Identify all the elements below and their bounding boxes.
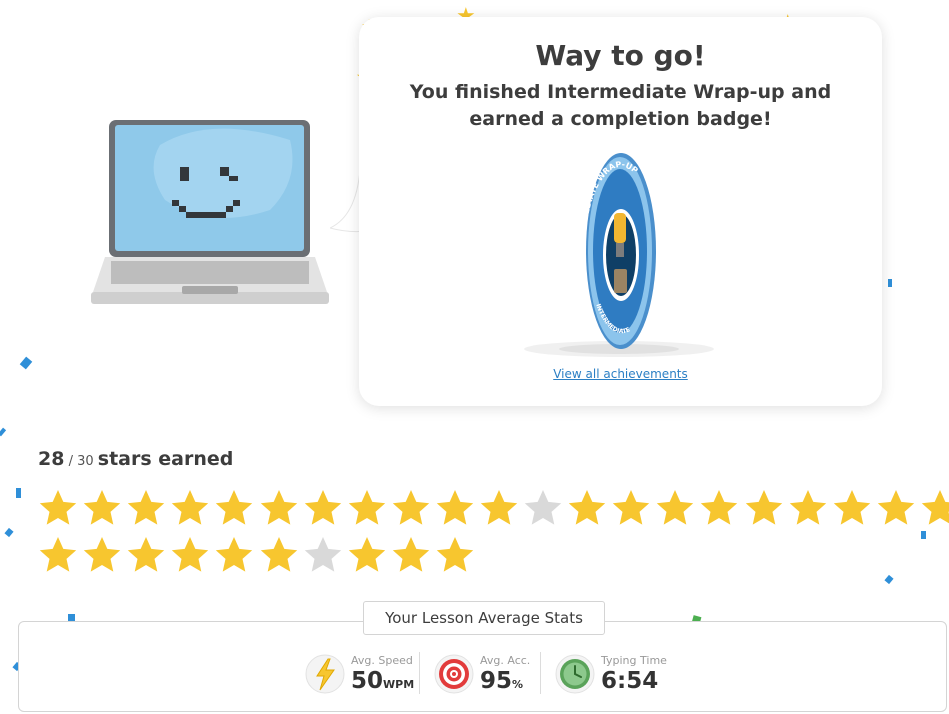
star-filled-icon <box>389 535 433 575</box>
typing-time-stat: Typing Time 6:54 <box>555 650 667 698</box>
avg-accuracy-unit: % <box>512 677 524 691</box>
avg-accuracy-label: Avg. Acc. <box>480 653 531 667</box>
star-filled-icon <box>256 535 300 575</box>
star-filled-icon <box>433 535 477 575</box>
stats-divider <box>540 652 541 694</box>
star-filled-icon <box>80 535 124 575</box>
star-filled-icon <box>80 488 124 528</box>
avg-speed-stat: Avg. Speed 50WPM <box>305 650 414 698</box>
avg-accuracy-stat: Avg. Acc. 95% <box>434 650 530 698</box>
stars-row-2 <box>36 535 477 575</box>
avg-speed-label: Avg. Speed <box>351 653 413 667</box>
star-filled-icon <box>830 488 874 528</box>
avg-accuracy-value: 95 <box>480 667 513 694</box>
star-filled-icon <box>168 535 212 575</box>
star-filled-icon <box>124 535 168 575</box>
star-filled-icon <box>36 535 80 575</box>
stars-total: / 30 <box>64 454 98 469</box>
star-filled-icon <box>918 488 949 528</box>
laptop-mascot-illustration <box>91 120 329 304</box>
star-filled-icon <box>565 488 609 528</box>
achievement-card: Way to go! You finished Intermediate Wra… <box>359 17 882 406</box>
star-filled-icon <box>212 535 256 575</box>
stars-earned-label: stars earned <box>97 448 234 470</box>
star-filled-icon <box>345 488 389 528</box>
star-filled-icon <box>256 488 300 528</box>
star-filled-icon <box>742 488 786 528</box>
card-subtitle: You finished Intermediate Wrap-up and ea… <box>409 81 832 130</box>
typing-time-value: 6:54 <box>601 667 659 694</box>
star-filled-icon <box>124 488 168 528</box>
stars-row-1 <box>36 488 949 528</box>
star-filled-icon <box>212 488 256 528</box>
clock-icon <box>555 654 595 694</box>
target-icon <box>434 654 474 694</box>
star-filled-icon <box>653 488 697 528</box>
lightning-icon <box>305 654 345 694</box>
star-filled-icon <box>433 488 477 528</box>
star-filled-icon <box>345 535 389 575</box>
typing-time-label: Typing Time <box>601 653 667 667</box>
star-empty-icon <box>301 535 345 575</box>
star-filled-icon <box>389 488 433 528</box>
card-title: Way to go! <box>535 39 706 72</box>
star-filled-icon <box>697 488 741 528</box>
lesson-stats-header: Your Lesson Average Stats <box>363 601 605 635</box>
avg-speed-unit: WPM <box>383 677 415 691</box>
star-filled-icon <box>36 488 80 528</box>
view-all-achievements-link[interactable]: View all achievements <box>359 367 882 381</box>
star-filled-icon <box>168 488 212 528</box>
stars-earned-heading: 28 / 30 stars earned <box>38 448 233 470</box>
star-filled-icon <box>786 488 830 528</box>
stats-divider <box>419 652 420 694</box>
star-filled-icon <box>874 488 918 528</box>
star-filled-icon <box>609 488 653 528</box>
star-empty-icon <box>521 488 565 528</box>
star-filled-icon <box>477 488 521 528</box>
avg-speed-value: 50 <box>351 667 384 694</box>
completion-badge-icon: INTERMEDIATE WRAP-UP INTERMEDIATE <box>524 153 714 357</box>
stars-earned-count: 28 <box>38 448 65 470</box>
star-filled-icon <box>301 488 345 528</box>
